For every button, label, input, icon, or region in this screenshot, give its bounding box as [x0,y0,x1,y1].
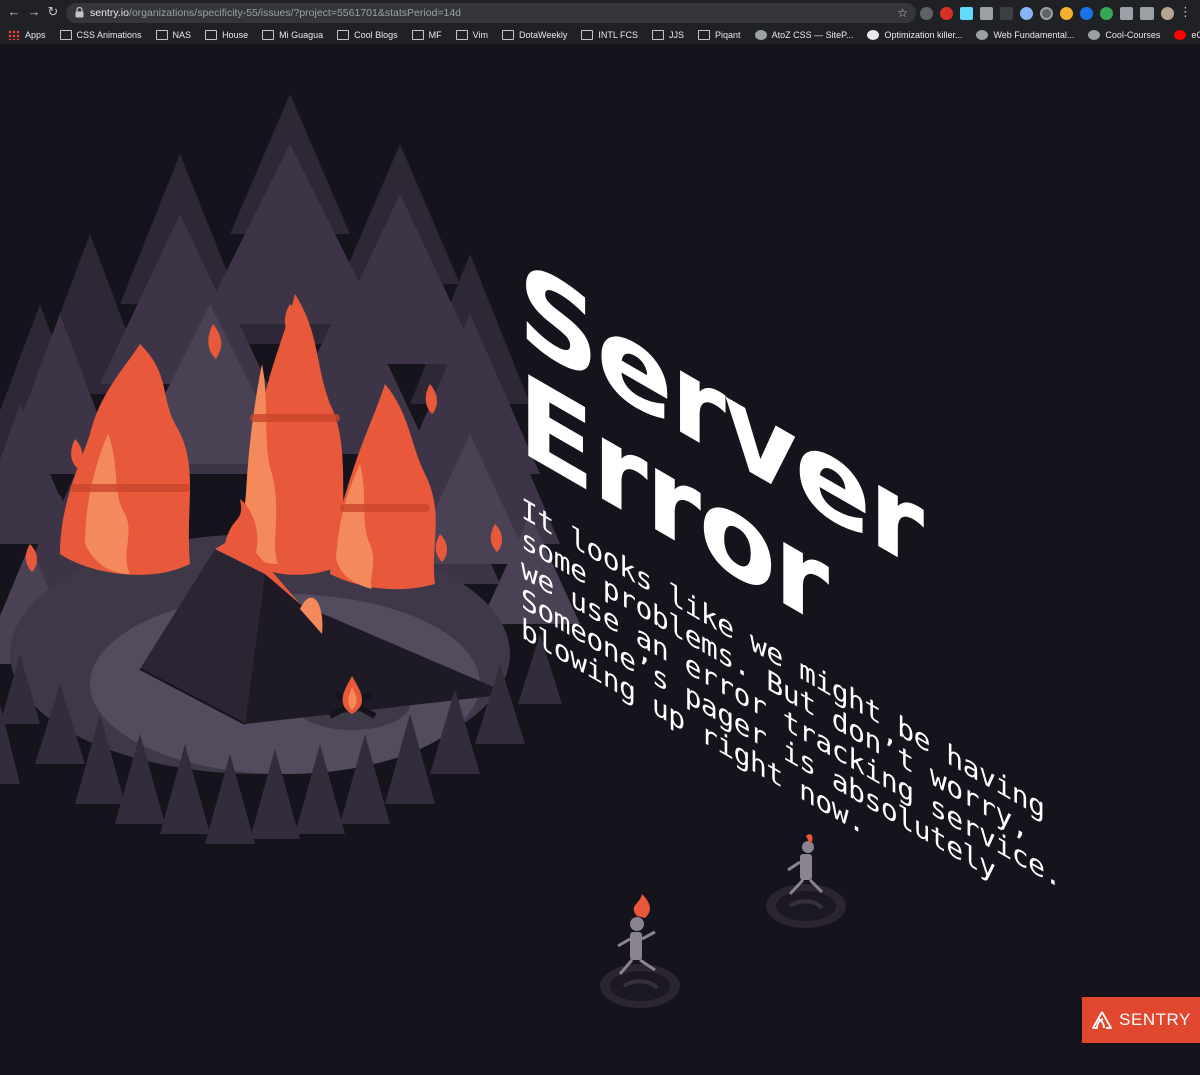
bookmark-item[interactable]: NAS [155,25,198,44]
back-arrow-icon[interactable]: ← [6,4,22,20]
folder-icon [262,29,275,40]
site-icon [976,29,989,40]
bookmark-item[interactable]: Mi Guagua [262,25,329,44]
site-icon [754,29,767,40]
folder-icon [205,29,218,40]
bookmark-label: Mi Guagua [279,29,324,40]
font-extension-icon[interactable] [1000,6,1013,20]
forward-arrow-icon[interactable]: → [26,4,42,20]
folder-icon [581,29,594,40]
folder-icon [411,29,424,40]
bookmark-item[interactable]: Cool-Courses [1088,25,1166,44]
bookmark-item[interactable]: Apps [8,25,52,44]
bookmark-item[interactable]: MF [411,25,448,44]
bookmark-item[interactable]: Piqant [698,25,747,44]
address-bar[interactable]: sentry.io/organizations/specificity-55/i… [66,3,916,23]
pen-extension-icon[interactable] [980,6,993,20]
running-figure-1 [766,834,846,928]
extension-icons [920,5,1174,21]
url-host: sentry.io [90,7,129,19]
bookmark-label: Cool-Courses [1105,29,1161,40]
browser-toolbar: ← → ↻ sentry.io/organizations/specificit… [0,0,1200,25]
bookmark-label: Web Fundamental... [993,29,1075,40]
bookmark-label: INTL FCS [598,29,639,40]
running-figure-2 [600,894,680,1008]
bookmark-item[interactable]: eCommerce Busin... [1174,25,1200,44]
github-icon [867,29,880,40]
reload-icon[interactable]: ↻ [45,4,61,20]
bookmarks-bar: Apps CSS Animations NAS House Mi Guagua Cool … [0,25,1200,44]
red-extension-icon[interactable] [940,6,953,20]
bookmark-label: MF [428,29,442,40]
folder-icon [501,29,514,40]
folder-icon [59,29,72,40]
folder-icon [698,29,711,40]
bookmark-item[interactable]: Cool Blogs [337,25,404,44]
avatar[interactable] [1161,6,1174,20]
browser-chrome: ← → ↻ sentry.io/organizations/specificit… [0,0,1200,44]
bookmark-star-icon[interactable]: ☆ [897,5,908,21]
bookmark-label: JJS [669,29,685,40]
sentry-brand-badge[interactable]: SENTRY [1082,997,1200,1043]
bookmark-item[interactable]: JJS [652,25,690,44]
folder-icon [155,29,168,40]
bookmark-item[interactable]: Optimization killer... [867,25,968,44]
youtube-icon [1174,29,1187,40]
apps-grid-icon [8,29,20,40]
bookmark-label: Cool Blogs [354,29,398,40]
blue-extension-icon[interactable] [1020,6,1033,20]
lock-icon [75,7,84,18]
green-extension-icon[interactable] [1100,6,1113,20]
sentry-logo-icon [1092,1011,1113,1029]
puzzle-icon[interactable] [1120,6,1133,20]
folder-icon [337,29,350,40]
bookmark-item[interactable]: AtoZ CSS — SiteP... [754,25,860,44]
shield-extension-icon[interactable] [920,6,933,20]
blue-circle-extension-icon[interactable] [1080,6,1093,20]
folder-icon [455,29,468,40]
bookmark-label: DotaWeekly [518,29,568,40]
bookmark-label: Optimization killer... [884,29,963,40]
bookmark-label: Vim [472,29,488,40]
yellow-extension-icon[interactable] [1060,6,1073,20]
bookmark-item[interactable]: Web Fundamental... [976,25,1080,44]
playlist-icon[interactable] [1140,6,1154,20]
bookmark-item[interactable]: House [205,25,254,44]
bookmark-label: CSS Animations [76,29,142,40]
react-devtools-icon[interactable] [960,6,973,20]
bookmark-label: Apps [25,29,46,40]
bookmark-item[interactable]: INTL FCS [581,25,644,44]
error-page: Server Error It looks like we might be h… [0,44,1200,1075]
bookmark-label: Piqant [715,29,741,40]
url-path: /organizations/specificity-55/issues/?pr… [128,7,462,19]
kebab-menu-icon[interactable]: ⋮ [1179,3,1192,21]
url-text[interactable]: sentry.io/organizations/specificity-55/i… [90,3,461,23]
bookmark-label: AtoZ CSS — SiteP... [771,29,854,40]
bookmark-label: House [222,29,249,40]
bookmark-label: NAS [172,29,192,40]
sentry-brand-label: SENTRY [1119,1010,1191,1029]
bookmark-item[interactable]: Vim [455,25,494,44]
record-extension-icon[interactable] [1040,6,1053,20]
bookmark-label: eCommerce Busin... [1191,29,1200,40]
bookmark-item[interactable]: DotaWeekly [501,25,573,44]
folder-icon [652,29,665,40]
site-icon [1088,29,1101,40]
bookmark-item[interactable]: CSS Animations [59,25,148,44]
